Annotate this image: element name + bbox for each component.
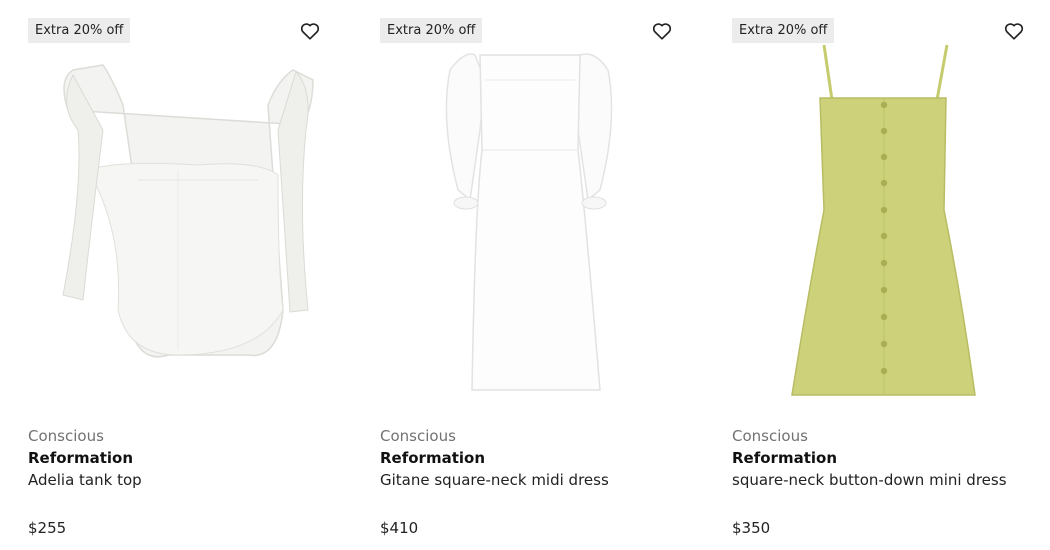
discount-badge: Extra 20% off bbox=[732, 18, 835, 43]
product-card[interactable]: Extra 20% off Conscious Reformation Gita… bbox=[380, 0, 680, 550]
brand-name[interactable]: Reformation bbox=[380, 449, 485, 467]
product-price: $350 bbox=[732, 519, 771, 537]
conscious-label: Conscious bbox=[380, 427, 456, 445]
product-name[interactable]: Gitane square-neck midi dress bbox=[380, 471, 609, 489]
product-card[interactable]: Extra 20% off Conscious Reformation Adel… bbox=[28, 0, 328, 550]
conscious-label: Conscious bbox=[28, 427, 104, 445]
brand-name[interactable]: Reformation bbox=[732, 449, 837, 467]
product-name[interactable]: square-neck button-down mini dress bbox=[732, 471, 1007, 489]
product-image[interactable] bbox=[732, 10, 1032, 415]
discount-badge: Extra 20% off bbox=[28, 18, 131, 43]
product-card[interactable]: Extra 20% off Conscious Reformation squa… bbox=[732, 0, 1032, 550]
brand-name[interactable]: Reformation bbox=[28, 449, 133, 467]
product-name[interactable]: Adelia tank top bbox=[28, 471, 142, 489]
conscious-label: Conscious bbox=[732, 427, 808, 445]
heart-outline-icon[interactable] bbox=[651, 20, 673, 42]
product-price: $255 bbox=[28, 519, 67, 537]
product-image[interactable] bbox=[28, 10, 328, 415]
product-price: $410 bbox=[380, 519, 419, 537]
discount-badge: Extra 20% off bbox=[380, 18, 483, 43]
product-image[interactable] bbox=[380, 10, 680, 415]
heart-outline-icon[interactable] bbox=[1003, 20, 1025, 42]
heart-outline-icon[interactable] bbox=[299, 20, 321, 42]
